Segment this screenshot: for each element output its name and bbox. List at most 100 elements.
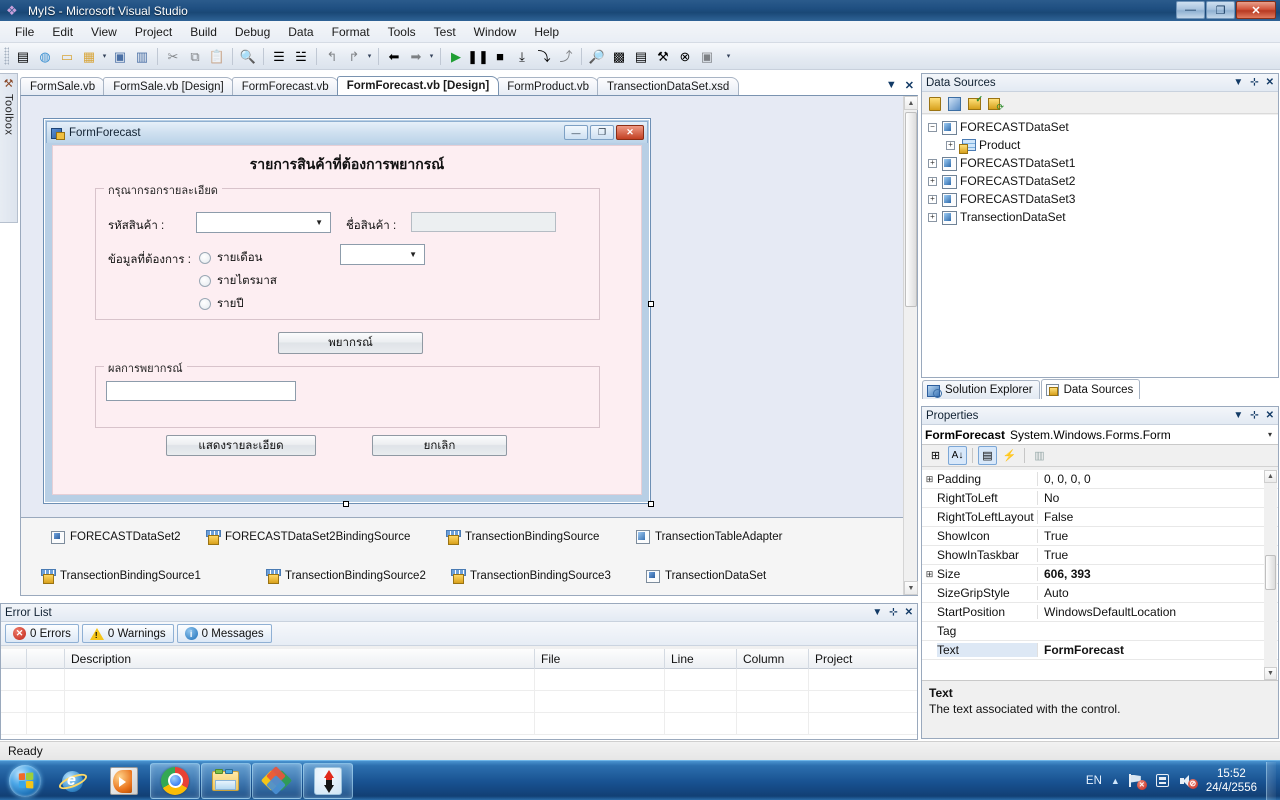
windows-explorer-icon[interactable]	[201, 763, 251, 799]
menu-build[interactable]: Build	[181, 22, 226, 42]
step-out-icon[interactable]: ⤴	[555, 45, 577, 67]
menu-help[interactable]: Help	[525, 22, 568, 42]
resize-handle-right[interactable]	[648, 301, 654, 307]
col-project[interactable]: Project	[809, 649, 917, 669]
properties-grid[interactable]: ⊞Padding0, 0, 0, 0RightToLeftNoRightToLe…	[922, 470, 1278, 680]
show-desktop-button[interactable]	[1266, 762, 1276, 800]
internet-explorer-icon[interactable]: e	[48, 763, 98, 799]
add-new-datasource-wizard-icon[interactable]	[947, 95, 963, 111]
toolbar-dropdown-caret[interactable]: ▾	[365, 52, 374, 60]
property-value[interactable]: False	[1037, 510, 1278, 524]
toolbar-overflow-button[interactable]: ▾	[724, 52, 733, 60]
tray-component[interactable]: TransectionBindingSource2	[266, 569, 426, 582]
show-detail-button[interactable]: แสดงรายละเอียด	[166, 435, 316, 456]
save-icon[interactable]: ▣	[109, 45, 131, 67]
property-row[interactable]: Tag	[922, 622, 1278, 641]
categorized-icon[interactable]: ⊞	[926, 446, 945, 465]
step-over-icon[interactable]: ⤵	[533, 45, 555, 67]
document-tab-formsale-vb-design[interactable]: FormSale.vb [Design]	[103, 77, 234, 95]
properties-window-icon[interactable]: ▤	[630, 45, 652, 67]
data-source-node[interactable]: −FORECASTDataSet	[922, 118, 1278, 136]
close-button[interactable]: ✕	[1236, 1, 1276, 19]
property-value[interactable]: No	[1037, 491, 1278, 505]
error-list-close-icon[interactable]: ✕	[905, 607, 913, 618]
find-in-files-icon[interactable]: 🔎	[586, 45, 608, 67]
expand-icon[interactable]: +	[946, 141, 955, 150]
scrollbar-thumb[interactable]	[905, 112, 917, 307]
document-tab-formforecast-vb[interactable]: FormForecast.vb	[232, 77, 339, 95]
scroll-up-arrow-icon[interactable]: ▲	[1264, 470, 1277, 483]
radio-quarterly[interactable]: รายไตรมาส	[199, 272, 277, 290]
property-row[interactable]: ⊞Padding0, 0, 0, 0	[922, 470, 1278, 489]
col-line[interactable]: Line	[665, 649, 737, 669]
properties-scrollbar[interactable]: ▲ ▼	[1264, 470, 1277, 680]
warnings-filter-button[interactable]: 0 Warnings	[82, 624, 174, 643]
scroll-down-arrow-icon[interactable]: ▼	[904, 581, 918, 595]
forecast-button[interactable]: พยากรณ์	[278, 332, 423, 354]
resize-handle-bottom-right[interactable]	[648, 501, 654, 507]
find-icon[interactable]: 🔍	[237, 45, 259, 67]
events-icon[interactable]: ⚡	[1000, 446, 1019, 465]
scroll-down-arrow-icon[interactable]: ▼	[1264, 667, 1277, 680]
result-groupbox[interactable]: ผลการพยากรณ์	[95, 366, 600, 428]
refresh-icon[interactable]	[987, 95, 1003, 111]
document-tab-formsale-vb[interactable]: FormSale.vb	[20, 77, 105, 95]
step-into-icon[interactable]: ⤓	[511, 45, 533, 67]
property-value[interactable]: Auto	[1037, 586, 1278, 600]
property-pages-icon[interactable]: ▥	[1030, 446, 1049, 465]
visual-studio-icon[interactable]	[252, 763, 302, 799]
start-debug-icon[interactable]: ▶	[445, 45, 467, 67]
data-source-node[interactable]: +FORECASTDataSet3	[922, 190, 1278, 208]
comment-icon[interactable]: ☰	[268, 45, 290, 67]
table-row[interactable]	[1, 713, 917, 735]
tray-component[interactable]: TransectionDataSet	[646, 569, 766, 582]
expand-icon[interactable]: +	[928, 213, 937, 222]
properties-pin-icon[interactable]: ⊹	[1250, 410, 1258, 421]
google-chrome-icon[interactable]	[150, 763, 200, 799]
menu-tools[interactable]: Tools	[379, 22, 425, 42]
language-indicator[interactable]: EN	[1086, 775, 1102, 787]
expand-icon[interactable]: ⊞	[922, 569, 937, 580]
uncomment-icon[interactable]: ☱	[290, 45, 312, 67]
properties-close-icon[interactable]: ✕	[1266, 410, 1274, 421]
property-row[interactable]: ShowIconTrue	[922, 527, 1278, 546]
menu-file[interactable]: File	[6, 22, 43, 42]
menu-format[interactable]: Format	[323, 22, 379, 42]
toolbox-icon[interactable]: ⚒	[652, 45, 674, 67]
configure-dataset-icon[interactable]	[967, 95, 983, 111]
property-value[interactable]: 606, 393	[1037, 567, 1278, 581]
scroll-up-arrow-icon[interactable]: ▲	[904, 96, 918, 110]
paste-icon[interactable]: 📋	[206, 45, 228, 67]
tray-component[interactable]: TransectionBindingSource1	[41, 569, 201, 582]
start-button[interactable]	[2, 763, 48, 799]
volume-muted-icon[interactable]: ⊘	[1180, 773, 1197, 789]
pause-icon[interactable]: ❚❚	[467, 45, 489, 67]
updown-arrow-app-icon[interactable]	[303, 763, 353, 799]
error-list-pin-icon[interactable]: ⊹	[889, 607, 897, 618]
col-icon[interactable]	[27, 649, 65, 669]
data-source-node[interactable]: +FORECASTDataSet1	[922, 154, 1278, 172]
property-value[interactable]: 0, 0, 0, 0	[1037, 472, 1278, 486]
property-row[interactable]: ⊞Size606, 393	[922, 565, 1278, 584]
errors-filter-button[interactable]: ✕ 0 Errors	[5, 624, 79, 643]
expand-icon[interactable]: ⊞	[922, 474, 937, 485]
toolbox-autohide-tab[interactable]: ⚒ Toolbox	[0, 73, 18, 223]
data-sources-tree[interactable]: −FORECASTDataSet+Product+FORECASTDataSet…	[922, 115, 1278, 377]
designer-canvas[interactable]: FormForecast — ❐ ✕ รายการสินค้าที่ต้องกา…	[21, 96, 903, 595]
product-code-combobox[interactable]: ▼	[196, 212, 331, 233]
menu-test[interactable]: Test	[425, 22, 465, 42]
show-hidden-icons-button[interactable]: ▲	[1111, 776, 1120, 786]
data-sources-close-icon[interactable]: ✕	[1266, 77, 1274, 88]
property-row[interactable]: TextFormForecast	[922, 641, 1278, 660]
properties-icon[interactable]: ▤	[978, 446, 997, 465]
col-description[interactable]: Description	[65, 649, 535, 669]
result-textbox[interactable]	[106, 381, 296, 401]
data-source-node[interactable]: +Product	[922, 136, 1278, 154]
copy-icon[interactable]: ⧉	[184, 45, 206, 67]
redo-icon[interactable]: ↱	[343, 45, 365, 67]
error-list-dropdown-icon[interactable]: ▼	[872, 607, 882, 618]
alphabetical-sort-icon[interactable]: A↓	[948, 446, 967, 465]
property-value[interactable]: WindowsDefaultLocation	[1037, 605, 1278, 619]
open-file-icon[interactable]: ▭	[56, 45, 78, 67]
property-value[interactable]: True	[1037, 529, 1278, 543]
